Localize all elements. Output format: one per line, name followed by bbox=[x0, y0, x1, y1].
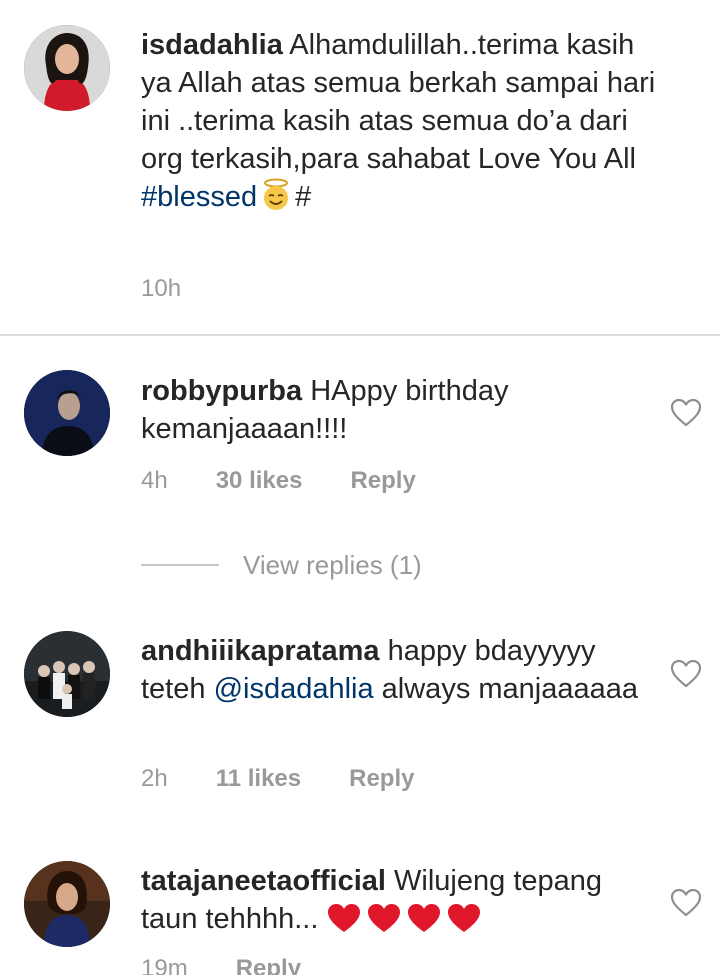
comment-username[interactable]: tatajaneetaofficial bbox=[141, 865, 386, 897]
avatar[interactable] bbox=[24, 861, 110, 947]
comment-time[interactable]: 4h bbox=[141, 467, 168, 495]
view-replies-button[interactable]: View replies (1) bbox=[141, 545, 422, 585]
avatar[interactable] bbox=[24, 631, 110, 717]
replies-line bbox=[141, 564, 219, 566]
mention-isdadahlia[interactable]: @isdadahlia bbox=[214, 673, 374, 705]
caption-time[interactable]: 10h bbox=[141, 275, 181, 303]
likes-count[interactable]: 30 likes bbox=[216, 467, 303, 495]
comment-body-after: always manjaaaaaa bbox=[381, 673, 638, 705]
caption-trail: # bbox=[295, 181, 312, 213]
avatar[interactable] bbox=[24, 370, 110, 456]
heart-like-icon[interactable] bbox=[670, 398, 702, 428]
hashtag-blessed[interactable]: #blessed bbox=[141, 181, 257, 213]
comment-username[interactable]: andhiiikapratama bbox=[141, 635, 380, 667]
reply-button[interactable]: Reply bbox=[349, 765, 414, 793]
avatar-image bbox=[24, 631, 110, 717]
caption-text: isdadahlia Alhamdulillah..terima kasih y… bbox=[141, 26, 661, 216]
avatar-image bbox=[24, 25, 110, 111]
heart-like-icon[interactable] bbox=[670, 659, 702, 689]
comment-text: andhiiikapratama happy bdayyyyy teteh @i… bbox=[141, 632, 661, 708]
red-heart-icon bbox=[448, 904, 481, 932]
smiling-face-with-halo-icon bbox=[259, 178, 293, 212]
red-heart-icon bbox=[368, 904, 401, 932]
comment-text: tatajaneetaofficial Wilujeng tepang taun… bbox=[141, 862, 661, 944]
red-heart-icon bbox=[328, 904, 361, 932]
comment-meta: 4h 30 likes Reply bbox=[141, 467, 416, 495]
reply-button[interactable]: Reply bbox=[350, 467, 415, 495]
caption-divider bbox=[0, 334, 720, 336]
comment-meta: 19m Reply bbox=[141, 955, 301, 975]
comment-time[interactable]: 2h bbox=[141, 765, 168, 793]
heart-like-icon[interactable] bbox=[670, 888, 702, 918]
avatar-image bbox=[24, 861, 110, 947]
comments-screen: isdadahlia Alhamdulillah..terima kasih y… bbox=[0, 0, 720, 975]
comment-text: robbypurba HAppy birthday kemanjaaaan!!!… bbox=[141, 372, 661, 448]
view-replies-label: View replies (1) bbox=[243, 549, 422, 580]
red-heart-emojis bbox=[326, 902, 486, 944]
comment-username[interactable]: robbypurba bbox=[141, 375, 302, 407]
avatar[interactable] bbox=[24, 25, 110, 111]
caption-meta: 10h bbox=[141, 275, 181, 303]
likes-count[interactable]: 11 likes bbox=[216, 765, 301, 793]
comment-meta: 2h 11 likes Reply bbox=[141, 765, 414, 793]
reply-button[interactable]: Reply bbox=[236, 955, 301, 975]
avatar-image bbox=[24, 370, 110, 456]
caption-username[interactable]: isdadahlia bbox=[141, 29, 283, 61]
comment-time[interactable]: 19m bbox=[141, 955, 188, 975]
red-heart-icon bbox=[408, 904, 441, 932]
post-caption: isdadahlia Alhamdulillah..terima kasih y… bbox=[0, 0, 720, 336]
